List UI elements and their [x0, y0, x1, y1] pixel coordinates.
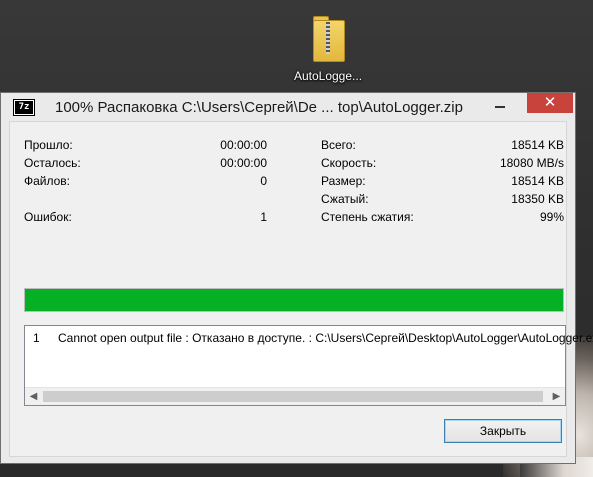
minimize-button[interactable] [487, 95, 513, 115]
speed-value: 18080 MB/s [499, 156, 564, 170]
7zip-icon: 7z [13, 99, 35, 116]
scrollbar-thumb[interactable] [43, 391, 543, 402]
ratio-label: Степень сжатия: [321, 210, 414, 224]
progress-bar-fill [25, 289, 563, 311]
title-bar[interactable]: 7z 100% Распаковка C:\Users\Сергей\De ..… [1, 93, 575, 121]
compressed-value: 18350 KB [511, 192, 564, 206]
log-row-number: 1 [33, 331, 40, 345]
horizontal-scrollbar[interactable]: ◀ ▶ [25, 387, 565, 405]
desktop-icon-autologger[interactable]: AutoLogge... [287, 14, 369, 83]
window-title: 100% Распаковка C:\Users\Сергей\De ... t… [55, 99, 463, 116]
size-value: 18514 KB [511, 174, 564, 188]
log-row-message: Cannot open output file : Отказано в дос… [58, 331, 593, 345]
elapsed-label: Прошло: [24, 138, 73, 152]
scroll-right-arrow-icon[interactable]: ▶ [548, 388, 565, 405]
compressed-label: Сжатый: [321, 192, 369, 206]
files-label: Файлов: [24, 174, 71, 188]
elapsed-value: 00:00:00 [220, 138, 267, 152]
errors-label: Ошибок: [24, 210, 72, 224]
scroll-left-arrow-icon[interactable]: ◀ [25, 388, 42, 405]
files-value: 0 [260, 174, 267, 188]
remaining-value: 00:00:00 [220, 156, 267, 170]
close-dialog-button[interactable]: Закрыть [444, 419, 562, 443]
speed-label: Скорость: [321, 156, 377, 170]
extraction-window: 7z 100% Распаковка C:\Users\Сергей\De ..… [0, 92, 593, 464]
zip-folder-icon [311, 14, 345, 62]
total-label: Всего: [321, 138, 356, 152]
size-label: Размер: [321, 174, 366, 188]
ratio-value: 99% [539, 210, 564, 224]
remaining-label: Осталось: [24, 156, 81, 170]
desktop-icon-label: AutoLogge... [293, 69, 363, 83]
error-log-list[interactable]: 1 Cannot open output file : Отказано в д… [24, 325, 593, 406]
close-button[interactable]: ✕ [527, 93, 573, 113]
errors-value: 1 [260, 210, 267, 224]
total-value: 18514 KB [511, 138, 564, 152]
dialog-client-area: Прошло: 00:00:00 Осталось: 00:00:00 Файл… [9, 121, 593, 457]
progress-bar [24, 288, 564, 312]
close-icon: ✕ [543, 94, 557, 111]
